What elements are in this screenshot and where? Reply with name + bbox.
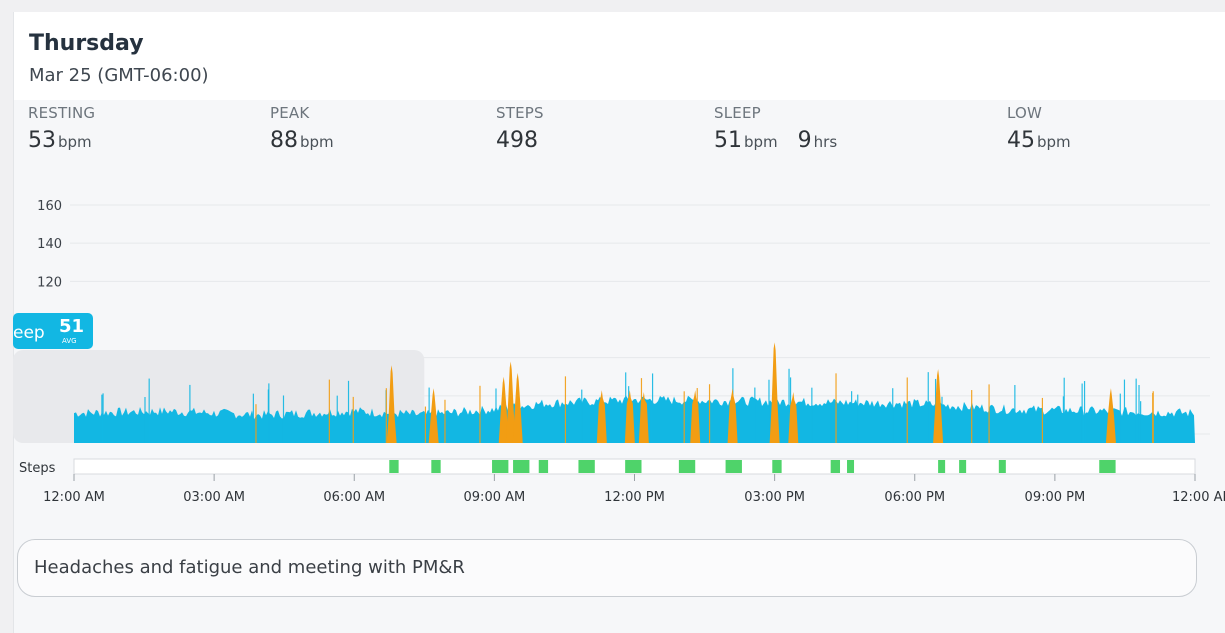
step-block — [938, 460, 946, 473]
x-tick-label: 03:00 PM — [744, 490, 805, 505]
y-tick-label: 140 — [37, 237, 62, 252]
x-tick-label: 12:00 AM — [43, 490, 105, 505]
x-tick-label: 12:00 PM — [604, 490, 665, 505]
step-block — [847, 460, 855, 473]
activity-spike — [727, 388, 738, 443]
step-block — [431, 460, 441, 473]
step-block — [725, 460, 742, 473]
step-block — [1099, 460, 1116, 473]
step-block — [678, 460, 696, 473]
step-block — [578, 460, 595, 473]
x-tick-label: 09:00 PM — [1025, 490, 1086, 505]
heart-rate-chart: 160140120806040eep51AVGSteps12:00 AM03:0… — [13, 199, 1225, 505]
sleep-badge-sub: AVG — [62, 337, 77, 345]
note-field[interactable]: Headaches and fatigue and meeting with P… — [17, 539, 1197, 597]
y-tick-label: 120 — [37, 275, 62, 290]
x-tick-label: 06:00 PM — [884, 490, 945, 505]
step-block — [538, 460, 549, 473]
x-tick-label: 06:00 AM — [323, 490, 385, 505]
x-tick-label: 12:00 AM — [1172, 490, 1225, 505]
step-block — [492, 460, 509, 473]
y-tick-label: 160 — [37, 199, 62, 214]
x-tick-label: 09:00 AM — [464, 490, 526, 505]
sleep-badge-value: 51 — [59, 316, 84, 337]
step-block — [998, 460, 1006, 473]
step-block — [389, 460, 399, 473]
sleep-badge-label: eep — [13, 323, 45, 343]
activity-spike — [788, 392, 799, 443]
step-block — [830, 460, 841, 473]
activity-spike — [690, 390, 701, 443]
step-block — [959, 460, 967, 473]
activity-spike — [596, 390, 607, 443]
x-tick-label: 03:00 AM — [183, 490, 245, 505]
steps-label: Steps — [19, 461, 56, 476]
step-block — [625, 460, 642, 473]
step-block — [772, 460, 782, 473]
step-block — [513, 460, 530, 473]
